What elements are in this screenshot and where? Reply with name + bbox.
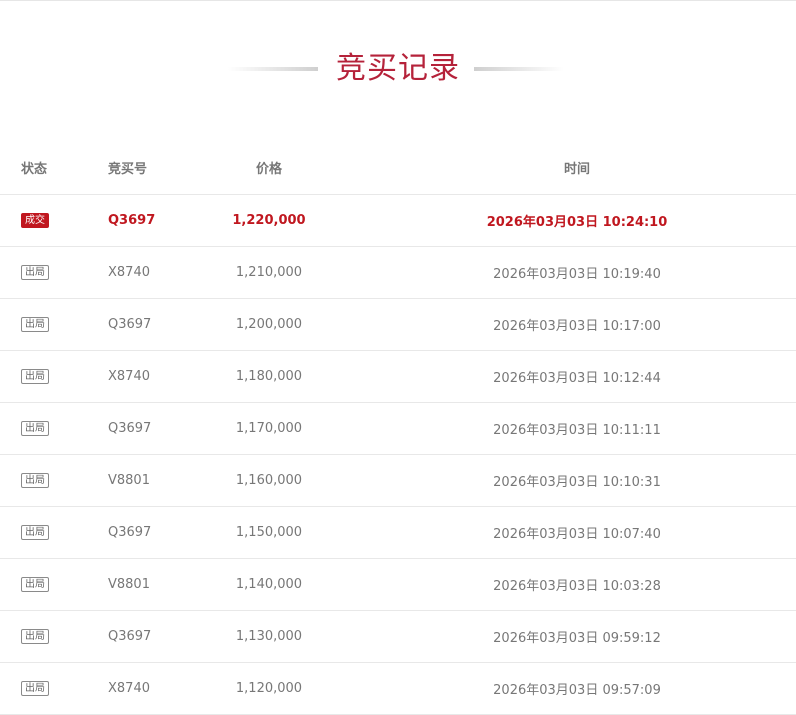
table-row: 出局 X8740 1,180,000 2026年03月03日 10:12:44 bbox=[0, 350, 796, 403]
table-header-row: 状态 竞买号 价格 时间 bbox=[0, 141, 796, 195]
time-cell: 2026年03月03日 09:57:09 bbox=[378, 662, 796, 715]
bid-number-cell: Q3697 bbox=[108, 610, 208, 663]
time-cell: 2026年03月03日 09:59:12 bbox=[378, 610, 796, 663]
table-row: 出局 Q3697 1,130,000 2026年03月03日 09:59:12 bbox=[0, 610, 796, 663]
price-cell: 1,140,000 bbox=[208, 558, 378, 611]
table-row: 出局 Q3697 1,170,000 2026年03月03日 10:11:11 bbox=[0, 402, 796, 455]
status-cell: 出局 bbox=[0, 350, 108, 403]
bid-number-cell: Q3697 bbox=[108, 194, 208, 247]
price-cell: 1,170,000 bbox=[208, 402, 378, 455]
price-cell: 1,180,000 bbox=[208, 350, 378, 403]
price-cell: 1,160,000 bbox=[208, 454, 378, 507]
price-cell: 1,220,000 bbox=[208, 194, 378, 247]
time-cell: 2026年03月03日 10:12:44 bbox=[378, 350, 796, 403]
status-cell: 出局 bbox=[0, 246, 108, 299]
status-cell: 出局 bbox=[0, 454, 108, 507]
status-badge: 出局 bbox=[21, 681, 49, 696]
time-cell: 2026年03月03日 10:10:31 bbox=[378, 454, 796, 507]
price-cell: 1,120,000 bbox=[208, 662, 378, 715]
bid-records-table: 状态 竞买号 价格 时间 成交 Q3697 1,220,000 2026年03月… bbox=[0, 141, 796, 715]
table-row: 出局 V8801 1,140,000 2026年03月03日 10:03:28 bbox=[0, 558, 796, 611]
status-cell: 出局 bbox=[0, 610, 108, 663]
price-cell: 1,200,000 bbox=[208, 298, 378, 351]
status-cell: 出局 bbox=[0, 298, 108, 351]
bid-number-cell: Q3697 bbox=[108, 506, 208, 559]
table-row: 出局 V8801 1,160,000 2026年03月03日 10:10:31 bbox=[0, 454, 796, 507]
status-badge: 出局 bbox=[21, 421, 49, 436]
table-row: 成交 Q3697 1,220,000 2026年03月03日 10:24:10 bbox=[0, 194, 796, 247]
time-cell: 2026年03月03日 10:07:40 bbox=[378, 506, 796, 559]
bid-number-cell: Q3697 bbox=[108, 298, 208, 351]
table-row: 出局 X8740 1,120,000 2026年03月03日 09:57:09 bbox=[0, 662, 796, 715]
status-badge: 出局 bbox=[21, 369, 49, 384]
status-cell: 出局 bbox=[0, 506, 108, 559]
time-cell: 2026年03月03日 10:11:11 bbox=[378, 402, 796, 455]
header-price: 价格 bbox=[208, 141, 378, 195]
price-cell: 1,210,000 bbox=[208, 246, 378, 299]
title-divider-left bbox=[228, 67, 318, 71]
header-status: 状态 bbox=[0, 141, 108, 195]
price-cell: 1,130,000 bbox=[208, 610, 378, 663]
status-badge: 出局 bbox=[21, 317, 49, 332]
section-title: 竞买记录 bbox=[0, 49, 796, 89]
header-time: 时间 bbox=[378, 141, 796, 195]
bid-number-cell: V8801 bbox=[108, 558, 208, 611]
table-row: 出局 Q3697 1,150,000 2026年03月03日 10:07:40 bbox=[0, 506, 796, 559]
status-cell: 成交 bbox=[0, 194, 108, 247]
bid-number-cell: X8740 bbox=[108, 662, 208, 715]
time-cell: 2026年03月03日 10:03:28 bbox=[378, 558, 796, 611]
status-cell: 出局 bbox=[0, 558, 108, 611]
header-bid-number: 竞买号 bbox=[108, 141, 208, 195]
time-cell: 2026年03月03日 10:17:00 bbox=[378, 298, 796, 351]
status-cell: 出局 bbox=[0, 402, 108, 455]
time-cell: 2026年03月03日 10:24:10 bbox=[378, 194, 796, 247]
status-badge: 成交 bbox=[21, 213, 49, 228]
price-cell: 1,150,000 bbox=[208, 506, 378, 559]
status-badge: 出局 bbox=[21, 265, 49, 280]
page-title: 竞买记录 bbox=[336, 51, 460, 86]
time-cell: 2026年03月03日 10:19:40 bbox=[378, 246, 796, 299]
status-cell: 出局 bbox=[0, 662, 108, 715]
bid-number-cell: Q3697 bbox=[108, 402, 208, 455]
bid-number-cell: X8740 bbox=[108, 350, 208, 403]
bid-number-cell: X8740 bbox=[108, 246, 208, 299]
status-badge: 出局 bbox=[21, 629, 49, 644]
status-badge: 出局 bbox=[21, 473, 49, 488]
table-row: 出局 Q3697 1,200,000 2026年03月03日 10:17:00 bbox=[0, 298, 796, 351]
status-badge: 出局 bbox=[21, 577, 49, 592]
bid-records-page: 竞买记录 状态 竞买号 价格 时间 成交 Q3697 1,220,000 202… bbox=[0, 0, 796, 715]
status-badge: 出局 bbox=[21, 525, 49, 540]
table-row: 出局 X8740 1,210,000 2026年03月03日 10:19:40 bbox=[0, 246, 796, 299]
bid-number-cell: V8801 bbox=[108, 454, 208, 507]
title-divider-right bbox=[474, 67, 564, 71]
